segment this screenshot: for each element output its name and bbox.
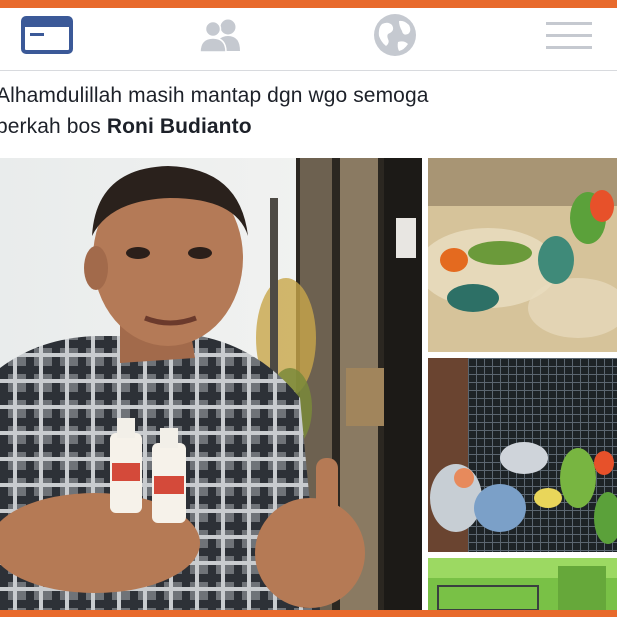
bottom-border (0, 610, 617, 617)
friends-icon (199, 19, 240, 53)
top-border (0, 0, 617, 8)
thumb-photo-3[interactable] (428, 558, 617, 610)
thumb-photo-1-image (428, 158, 617, 352)
news-feed-icon (21, 16, 73, 54)
nav-bar (0, 8, 617, 62)
post-text-prefix: berkah bos (0, 115, 107, 138)
post-message: Alhamdulillah masih mantap dgn wgo semog… (0, 80, 617, 142)
menu-tab[interactable] (537, 12, 601, 58)
thumb-photo-3-image (428, 558, 617, 610)
notifications-globe-icon (374, 14, 416, 56)
menu-icon (546, 22, 592, 49)
thumb-photo-2-image (428, 358, 617, 552)
post-text-line-2: berkah bos Roni Budianto (0, 111, 617, 142)
news-feed-tab[interactable] (15, 12, 79, 58)
main-photo-image (0, 158, 422, 610)
nav-divider (0, 70, 617, 71)
friends-tab[interactable] (189, 12, 253, 58)
notifications-tab[interactable] (363, 12, 427, 58)
main-photo[interactable] (0, 158, 422, 610)
mention-link[interactable]: Roni Budianto (107, 115, 252, 138)
thumb-photo-2[interactable] (428, 358, 617, 552)
post-text-line-1: Alhamdulillah masih mantap dgn wgo semog… (0, 84, 429, 107)
thumb-photo-1[interactable] (428, 158, 617, 352)
